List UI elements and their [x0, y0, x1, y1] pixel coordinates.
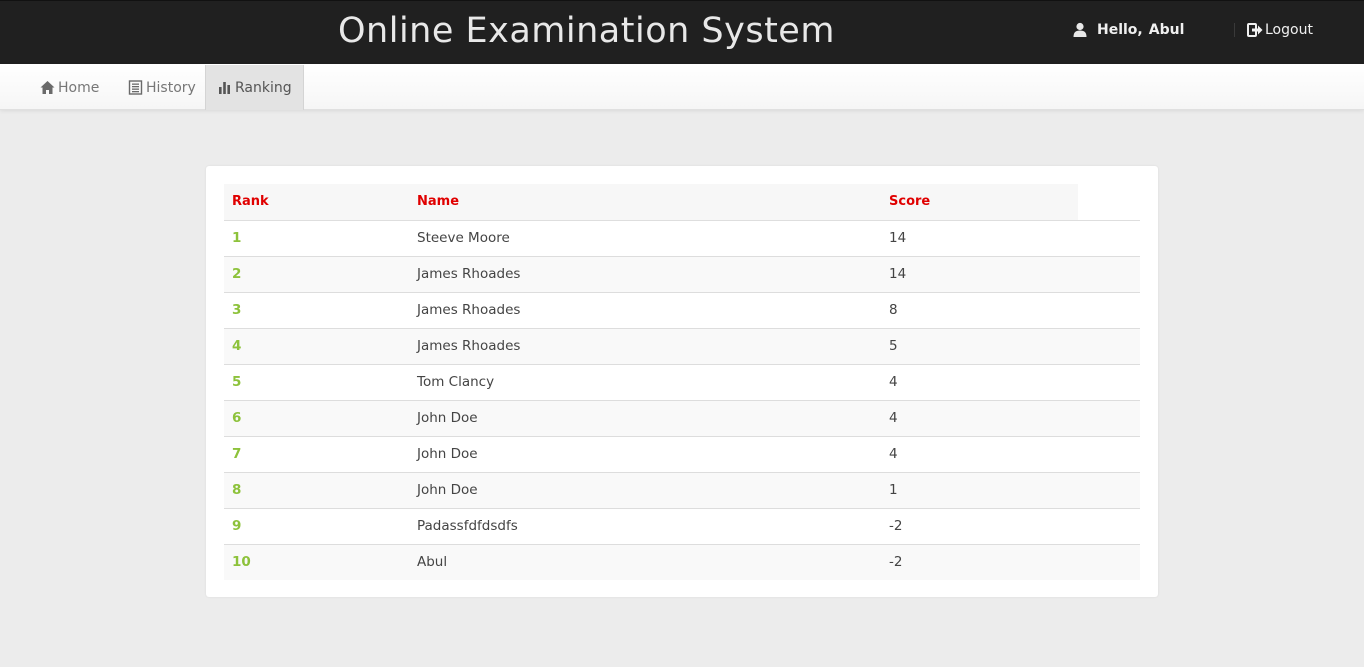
- table-row: 3 James Rhoades 8: [224, 292, 1140, 329]
- col-header-spacer: [1078, 184, 1140, 221]
- nav-home[interactable]: Home: [29, 65, 110, 110]
- name-cell: John Doe: [409, 472, 881, 509]
- rank-cell: 1: [224, 220, 409, 257]
- spacer-cell: [1078, 544, 1140, 580]
- user-icon: [1072, 22, 1088, 38]
- header-divider: [1234, 23, 1235, 37]
- rank-cell: 9: [224, 508, 409, 545]
- nav-ranking[interactable]: Ranking: [205, 65, 304, 110]
- home-icon: [40, 80, 55, 95]
- bar-chart-icon: [217, 80, 232, 95]
- ranking-table: Rank Name Score 1 Steeve Moore 14 2 Jame…: [224, 184, 1140, 580]
- greeting-text: Hello,: [1097, 22, 1143, 38]
- table-row: 5 Tom Clancy 4: [224, 364, 1140, 401]
- rank-cell: 2: [224, 256, 409, 293]
- rank-cell: 4: [224, 328, 409, 365]
- spacer-cell: [1078, 364, 1140, 401]
- ranking-panel: Rank Name Score 1 Steeve Moore 14 2 Jame…: [206, 166, 1158, 597]
- table-row: 7 John Doe 4: [224, 436, 1140, 473]
- name-cell: Tom Clancy: [409, 364, 881, 401]
- spacer-cell: [1078, 220, 1140, 257]
- list-icon: [128, 80, 143, 95]
- username: Abul: [1148, 22, 1185, 38]
- score-cell: 8: [881, 292, 1078, 329]
- score-cell: 4: [881, 436, 1078, 473]
- table-row: 6 John Doe 4: [224, 400, 1140, 437]
- score-cell: -2: [881, 508, 1078, 545]
- spacer-cell: [1078, 472, 1140, 509]
- spacer-cell: [1078, 508, 1140, 545]
- table-row: 8 John Doe 1: [224, 472, 1140, 509]
- logout-button[interactable]: Logout: [1247, 20, 1313, 40]
- nav-history[interactable]: History: [117, 65, 207, 110]
- spacer-cell: [1078, 256, 1140, 293]
- table-row: 1 Steeve Moore 14: [224, 220, 1140, 257]
- top-header: Online Examination System Hello, Abul Lo…: [0, 0, 1364, 64]
- logout-label: Logout: [1265, 22, 1313, 38]
- rank-cell: 3: [224, 292, 409, 329]
- table-header-row: Rank Name Score: [224, 184, 1140, 221]
- user-greeting: Hello, Abul: [1072, 20, 1184, 40]
- col-header-score: Score: [881, 184, 1078, 221]
- nav-home-label: Home: [58, 79, 100, 96]
- table-row: 9 Padassfdfdsdfs -2: [224, 508, 1140, 545]
- name-cell: James Rhoades: [409, 328, 881, 365]
- score-cell: -2: [881, 544, 1078, 580]
- table-row: 10 Abul -2: [224, 544, 1140, 580]
- name-cell: James Rhoades: [409, 256, 881, 293]
- rank-cell: 6: [224, 400, 409, 437]
- name-cell: John Doe: [409, 400, 881, 437]
- spacer-cell: [1078, 436, 1140, 473]
- spacer-cell: [1078, 400, 1140, 437]
- table-row: 4 James Rhoades 5: [224, 328, 1140, 365]
- nav-history-label: History: [146, 79, 196, 96]
- score-cell: 4: [881, 364, 1078, 401]
- table-row: 2 James Rhoades 14: [224, 256, 1140, 293]
- score-cell: 1: [881, 472, 1078, 509]
- score-cell: 14: [881, 220, 1078, 257]
- score-cell: 4: [881, 400, 1078, 437]
- score-cell: 14: [881, 256, 1078, 293]
- app-title: Online Examination System: [338, 11, 835, 51]
- name-cell: Abul: [409, 544, 881, 580]
- rank-cell: 8: [224, 472, 409, 509]
- name-cell: Steeve Moore: [409, 220, 881, 257]
- col-header-name: Name: [409, 184, 881, 221]
- main-navbar: Home History Ranking: [0, 64, 1364, 110]
- name-cell: Padassfdfdsdfs: [409, 508, 881, 545]
- spacer-cell: [1078, 292, 1140, 329]
- spacer-cell: [1078, 328, 1140, 365]
- logout-icon: [1247, 23, 1263, 37]
- col-header-rank: Rank: [224, 184, 409, 221]
- name-cell: James Rhoades: [409, 292, 881, 329]
- rank-cell: 5: [224, 364, 409, 401]
- score-cell: 5: [881, 328, 1078, 365]
- rank-cell: 10: [224, 544, 409, 580]
- nav-ranking-label: Ranking: [235, 79, 292, 96]
- name-cell: John Doe: [409, 436, 881, 473]
- rank-cell: 7: [224, 436, 409, 473]
